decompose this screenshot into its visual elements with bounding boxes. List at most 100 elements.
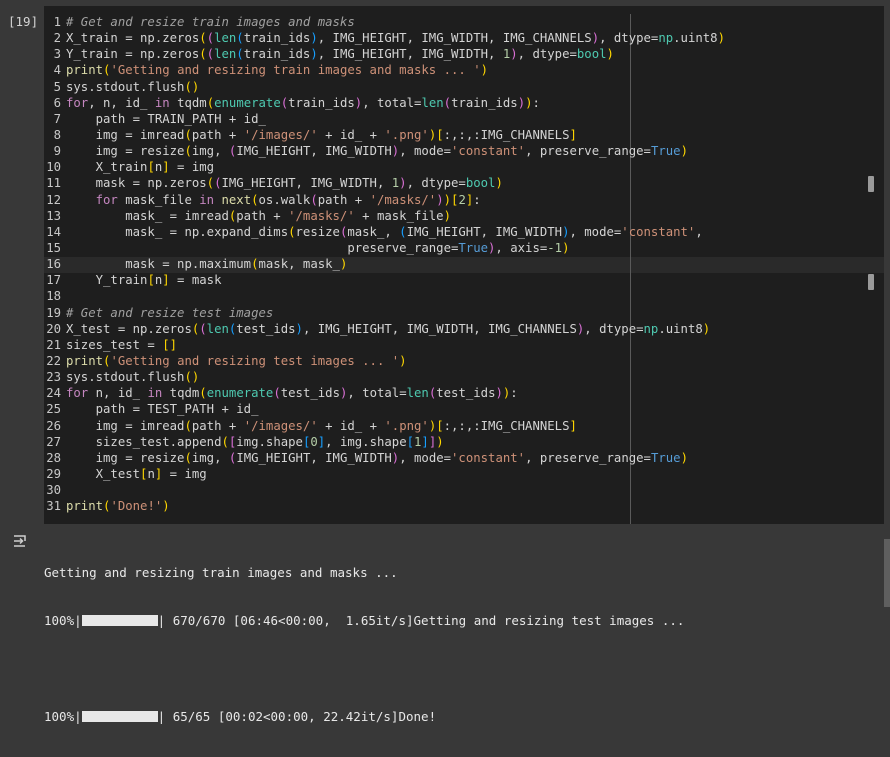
code-line[interactable]: 19 # Get and resize test images bbox=[44, 305, 725, 321]
code-token: ( bbox=[221, 434, 229, 449]
code-token: test_ids bbox=[280, 386, 340, 401]
code-line[interactable]: 13 mask_ = imread(path + '/masks/' + mas… bbox=[44, 208, 725, 224]
code-token: 'constant' bbox=[451, 144, 526, 159]
code-cell[interactable]: [19] 1 # Get and resize train images and … bbox=[0, 0, 890, 527]
code-token: Y_train bbox=[66, 273, 148, 288]
code-lines[interactable]: 1 # Get and resize train images and masks… bbox=[44, 14, 725, 514]
code-token: 'Done!' bbox=[110, 499, 163, 514]
code-line[interactable]: 29 X_test[n] = img bbox=[44, 466, 725, 482]
code-line[interactable]: 26 img = imread(path + '/images/' + id_ … bbox=[44, 418, 725, 434]
code-token: # Get and resize train images and masks bbox=[66, 15, 355, 29]
code-token: ) bbox=[702, 321, 711, 336]
code-token: mask_ = imread bbox=[66, 208, 229, 223]
code-line[interactable]: 21 sizes_test = [] bbox=[44, 337, 725, 353]
code-line[interactable]: 4 print('Getting and resizing train image… bbox=[44, 62, 725, 78]
line-number: 26 bbox=[46, 418, 61, 433]
code-token: () bbox=[184, 79, 200, 94]
code-token: np bbox=[658, 31, 674, 46]
code-token: ( bbox=[251, 192, 259, 207]
code-line[interactable]: 14 mask_ = np.expand_dims(resize(mask_, … bbox=[44, 224, 725, 240]
code-line[interactable]: 27 sizes_test.append([img.shape[0], img.… bbox=[44, 434, 725, 450]
code-token: = mask bbox=[169, 273, 222, 288]
code-line[interactable]: 2 X_train = np.zeros((len(train_ids), IMG… bbox=[44, 30, 725, 46]
code-line[interactable]: 3 Y_train = np.zeros((len(train_ids), IMG… bbox=[44, 46, 725, 62]
editor-scroll-marker[interactable] bbox=[868, 176, 874, 192]
code-token: img, bbox=[191, 450, 229, 465]
code-token: img = imread bbox=[66, 127, 185, 142]
code-token: [] bbox=[162, 337, 178, 352]
code-token: True bbox=[650, 450, 681, 465]
code-line[interactable]: 6 for, n, id_ in tqdm(enumerate(train_ids… bbox=[44, 95, 725, 111]
code-token: ) bbox=[310, 47, 318, 62]
code-token: np bbox=[643, 321, 659, 336]
code-token: 'constant' bbox=[451, 450, 526, 465]
code-token: '/masks/' bbox=[369, 192, 437, 207]
code-token: os.walk bbox=[258, 192, 311, 207]
code-token: ) bbox=[495, 176, 503, 191]
line-number: 2 bbox=[53, 31, 61, 46]
code-token: IMG_HEIGHT, IMG_WIDTH bbox=[236, 450, 392, 465]
code-token: [ bbox=[147, 273, 155, 288]
code-editor[interactable]: 1 # Get and resize train images and masks… bbox=[44, 6, 884, 524]
code-token: 2 bbox=[458, 192, 466, 207]
code-line[interactable]: 7 path = TRAIN_PATH + id_ bbox=[44, 111, 725, 127]
code-line[interactable]: 10 X_train[n] = img bbox=[44, 159, 725, 175]
code-token: + id_ + bbox=[317, 418, 385, 433]
code-token: , dtype= bbox=[599, 31, 659, 46]
line-number: 25 bbox=[46, 402, 61, 417]
execution-count: [19] bbox=[8, 14, 39, 29]
code-line[interactable]: 9 img = resize(img, (IMG_HEIGHT, IMG_WID… bbox=[44, 143, 725, 159]
code-line[interactable]: 15 preserve_range=True), axis=-1) bbox=[44, 240, 725, 256]
code-line[interactable]: 5 sys.stdout.flush() bbox=[44, 79, 725, 95]
code-token: img, bbox=[191, 144, 229, 159]
code-token: in bbox=[154, 95, 170, 110]
code-token: bool bbox=[465, 176, 496, 191]
code-line[interactable]: 23 sys.stdout.flush() bbox=[44, 369, 725, 385]
code-token: print bbox=[66, 63, 104, 78]
line-number: 11 bbox=[46, 176, 61, 191]
line-number: 24 bbox=[46, 386, 61, 401]
code-line[interactable]: 30 bbox=[44, 482, 725, 498]
code-token: X_train = np.zeros bbox=[66, 31, 200, 46]
code-token: ) bbox=[525, 95, 533, 110]
code-token: = img bbox=[162, 466, 207, 481]
output-scrollbar[interactable] bbox=[884, 539, 890, 607]
output-collapse-icon[interactable] bbox=[11, 533, 33, 551]
code-token: ) bbox=[510, 47, 518, 62]
code-token: , bbox=[695, 224, 703, 239]
code-token: , dtype= bbox=[517, 47, 577, 62]
editor-scroll-marker-2[interactable] bbox=[868, 274, 874, 290]
code-token: len bbox=[406, 386, 429, 401]
code-line[interactable]: 31 print('Done!') bbox=[44, 498, 725, 514]
code-token: -1 bbox=[547, 240, 563, 255]
code-token: path = TEST_PATH + id_ bbox=[66, 402, 259, 417]
code-line[interactable]: 25 path = TEST_PATH + id_ bbox=[44, 401, 725, 417]
code-line[interactable]: 1 # Get and resize train images and masks bbox=[44, 14, 725, 30]
code-line[interactable]: 28 img = resize(img, (IMG_HEIGHT, IMG_WI… bbox=[44, 450, 725, 466]
code-token: tqdm bbox=[169, 95, 207, 110]
code-token: ] bbox=[162, 160, 170, 175]
progress-percent-1: 100%| bbox=[44, 613, 82, 628]
line-number: 29 bbox=[46, 466, 61, 481]
code-token: '.png' bbox=[384, 127, 429, 142]
code-line[interactable]: 11 mask = np.zeros((IMG_HEIGHT, IMG_WIDT… bbox=[44, 175, 725, 191]
code-token: IMG_HEIGHT, IMG_WIDTH bbox=[236, 144, 392, 159]
code-line[interactable]: 18 bbox=[44, 288, 725, 304]
code-line[interactable]: 22 print('Getting and resizing test image… bbox=[44, 353, 725, 369]
code-line[interactable]: 8 img = imread(path + '/images/' + id_ +… bbox=[44, 127, 725, 143]
code-token: ( bbox=[399, 224, 407, 239]
code-token: n bbox=[147, 466, 155, 481]
code-line[interactable]: 17 Y_train[n] = mask bbox=[44, 272, 725, 288]
line-number: 17 bbox=[46, 273, 61, 288]
code-token: for bbox=[66, 386, 89, 401]
code-line[interactable]: 24 for n, id_ in tqdm(enumerate(test_ids)… bbox=[44, 385, 725, 401]
code-line[interactable]: 12 for mask_file in next(os.walk(path + … bbox=[44, 192, 725, 208]
code-line[interactable]: 16 mask = np.maximum(mask, mask_) bbox=[44, 256, 725, 272]
line-number: 3 bbox=[53, 47, 61, 62]
line-number: 13 bbox=[46, 208, 61, 223]
code-token: test_ids bbox=[436, 386, 496, 401]
code-line[interactable]: 20 X_test = np.zeros((len(test_ids), IMG_… bbox=[44, 321, 725, 337]
line-number: 14 bbox=[46, 224, 61, 239]
code-token: bool bbox=[576, 47, 607, 62]
code-token: in bbox=[199, 192, 215, 207]
